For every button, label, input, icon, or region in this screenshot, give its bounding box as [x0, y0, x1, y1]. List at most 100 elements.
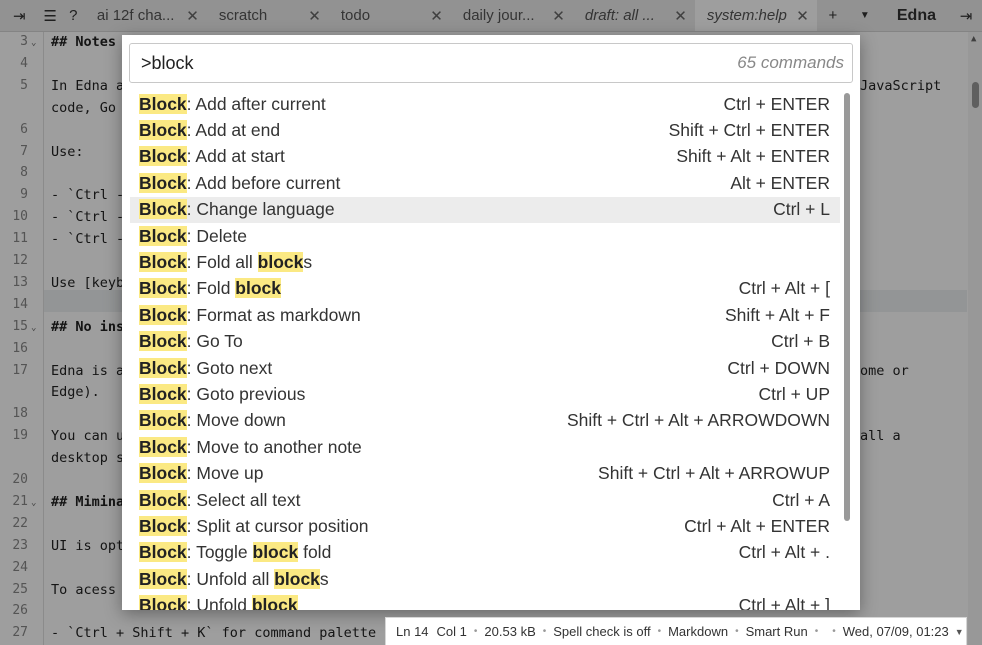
match-highlight: Block [139, 93, 187, 114]
match-highlight: Block [139, 357, 187, 378]
command-shortcut: Ctrl + Alt + . [738, 542, 830, 563]
command-shortcut: Ctrl + Alt + ENTER [684, 515, 830, 536]
command-text: fold [298, 542, 332, 563]
command-text: : Format as markdown [186, 304, 361, 325]
command-text: : Add at start [186, 146, 285, 167]
command-text: : Fold [186, 278, 236, 299]
command-item[interactable]: Block: Goto next Ctrl + DOWN [130, 355, 840, 381]
match-highlight: Block [139, 410, 187, 431]
match-highlight: block [257, 252, 304, 273]
match-highlight: Block [139, 146, 187, 167]
command-item[interactable]: Block: Change language Ctrl + L [130, 196, 840, 223]
match-highlight: block [252, 542, 299, 563]
command-shortcut: Ctrl + B [771, 331, 830, 352]
command-item[interactable]: Block: Add after current Ctrl + ENTER [130, 91, 840, 117]
command-item[interactable]: Block: Toggle block fold Ctrl + Alt + . [130, 540, 840, 566]
match-highlight: Block [139, 172, 187, 193]
command-text: : Goto previous [186, 383, 306, 404]
command-text: : Toggle [186, 542, 253, 563]
command-text: : Go To [186, 331, 243, 352]
command-shortcut: Shift + Ctrl + ENTER [668, 120, 830, 141]
status-bar: Ln 14 Col 1 • 20.53 kB • Spell check is … [385, 617, 967, 645]
command-shortcut: Ctrl + Alt + ] [738, 595, 830, 610]
command-text: : Fold all [186, 252, 258, 273]
command-label: Block: Fold all blocks [139, 252, 312, 273]
command-results-list: Block: Add after current Ctrl + ENTER Bloc… [130, 91, 840, 610]
match-highlight: block [235, 278, 282, 299]
command-label: Block: Select all text [139, 489, 301, 511]
command-text: : Move up [186, 463, 264, 484]
command-shortcut: Ctrl + A [772, 489, 830, 510]
command-label: Block: Toggle block fold [139, 542, 331, 563]
command-text: s [303, 252, 313, 273]
match-highlight: Block [139, 383, 187, 404]
command-label: Block: Add after current [139, 93, 326, 115]
command-count: 65 commands [737, 53, 844, 72]
command-text: : Goto next [186, 357, 273, 378]
command-label: Block: Add at start [139, 146, 285, 167]
command-item[interactable]: Block: Goto previous Ctrl + UP [130, 381, 840, 407]
status-menu-dropdown-icon[interactable]: ▼ [955, 627, 964, 637]
command-label: Block: Add before current [139, 172, 341, 194]
status-spell-check[interactable]: Spell check is off [553, 624, 650, 639]
command-item[interactable]: Block: Unfold block Ctrl + Alt + ] [130, 592, 840, 610]
command-shortcut: Shift + Alt + F [724, 304, 830, 325]
command-palette: 65 commands Block: Add after currentCtrl… [122, 35, 860, 610]
match-highlight: Block [139, 120, 187, 141]
match-highlight: Block [139, 225, 187, 246]
command-item[interactable]: Block: Move to another note [130, 434, 840, 460]
command-search-input[interactable] [141, 52, 738, 74]
command-text: : Select all text [186, 489, 301, 510]
command-shortcut: Shift + Ctrl + Alt + ARROWUP [598, 463, 830, 484]
status-column[interactable]: Col 1 [437, 624, 467, 639]
command-label: Block: Add at end [139, 120, 280, 141]
match-highlight: Block [139, 595, 187, 610]
command-item[interactable]: Block: Move up Shift + Ctrl + Alt + ARROW… [130, 460, 840, 486]
command-text: : Delete [186, 225, 247, 246]
command-item[interactable]: Block: Format as markdown Shift + Alt + F [130, 302, 840, 328]
status-size: 20.53 kB [484, 624, 536, 639]
command-shortcut: Shift + Alt + ENTER [676, 146, 830, 167]
command-text: : Unfold [186, 595, 252, 610]
command-label: Block: Delete [139, 225, 247, 247]
match-highlight: Block [139, 463, 187, 484]
match-highlight: Block [139, 515, 187, 536]
command-text: : Add before current [186, 172, 341, 193]
command-label: Block: Format as markdown [139, 304, 361, 326]
command-item[interactable]: Block: Go To Ctrl + B [130, 329, 840, 355]
match-highlight: block [274, 568, 320, 589]
status-smart-run[interactable]: Smart Run [746, 624, 808, 639]
command-text: : Unfold all [186, 568, 275, 589]
command-label: Block: Goto previous [139, 383, 306, 405]
command-shortcut: Ctrl + ENTER [723, 93, 830, 114]
command-text: : Add at end [186, 120, 281, 141]
command-shortcut: Ctrl + L [773, 199, 830, 220]
command-label: Block: Move down [139, 410, 286, 431]
command-item[interactable]: Block: Split at cursor position Ctrl + Al… [130, 513, 840, 539]
command-item[interactable]: Block: Add at start Shift + Alt + ENTER [130, 144, 840, 170]
command-item[interactable]: Block: Select all text Ctrl + A [130, 487, 840, 513]
command-label: Block: Change language [139, 199, 335, 220]
command-label: Block: Fold block [139, 278, 282, 299]
command-item[interactable]: Block: Fold block Ctrl + Alt + [ [130, 276, 840, 302]
status-line[interactable]: Ln 14 [396, 624, 429, 639]
command-item[interactable]: Block: Add at end Shift + Ctrl + ENTER [130, 117, 840, 143]
status-language[interactable]: Markdown [668, 624, 728, 639]
command-shortcut: Ctrl + UP [758, 383, 830, 404]
palette-scrollbar-thumb[interactable] [844, 93, 850, 521]
match-highlight: Block [139, 252, 187, 273]
match-highlight: Block [139, 542, 187, 563]
command-item[interactable]: Block: Delete [130, 223, 840, 249]
command-item[interactable]: Block: Move down Shift + Ctrl + Alt + ARR… [130, 408, 840, 434]
command-label: Block: Unfold all blocks [139, 568, 329, 590]
match-highlight: block [251, 595, 298, 610]
command-shortcut: Shift + Ctrl + Alt + ARROWDOWN [566, 410, 830, 431]
match-highlight: Block [139, 568, 187, 589]
command-item[interactable]: Block: Fold all blocks [130, 249, 840, 275]
command-text: s [319, 568, 329, 589]
match-highlight: Block [139, 304, 187, 325]
command-text: : Add after current [186, 93, 326, 114]
command-item[interactable]: Block: Unfold all blocks [130, 566, 840, 592]
match-highlight: Block [139, 331, 187, 352]
command-item[interactable]: Block: Add before current Alt + ENTER [130, 170, 840, 196]
